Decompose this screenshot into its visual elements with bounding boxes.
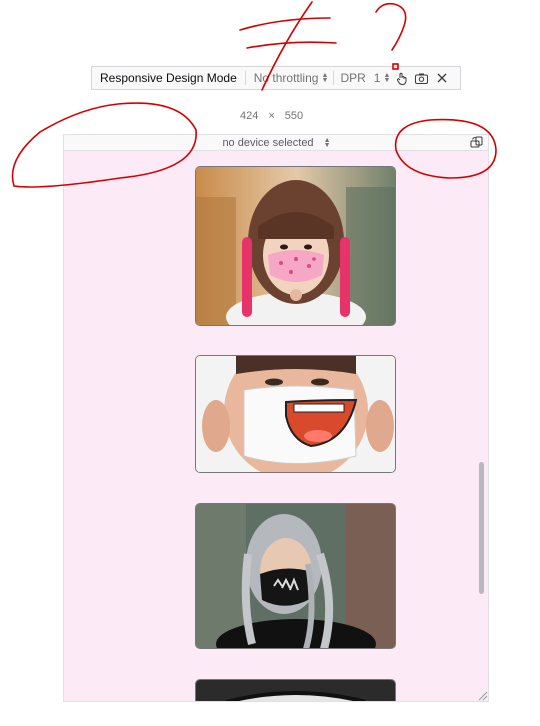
viewport-height[interactable]: 550 (285, 110, 303, 122)
toolbar-separator (244, 71, 246, 85)
dpr-select[interactable]: DPR 1 ▲ ▼ (340, 71, 391, 85)
mask-photo-partial (195, 679, 396, 701)
device-select[interactable]: no device selected ▲ ▼ (222, 136, 331, 149)
throttling-label: No throttling (253, 71, 319, 85)
device-selector-bar: no device selected ▲ ▼ (63, 134, 489, 151)
dpr-label: DPR (340, 71, 366, 85)
viewport[interactable] (63, 151, 489, 702)
chevron-updown-icon: ▲ ▼ (321, 72, 329, 84)
close-icon[interactable] (435, 72, 448, 85)
mask-photo-pink-hair (195, 166, 396, 326)
chevron-updown-icon: ▲ ▼ (383, 72, 391, 84)
throttling-select[interactable]: No throttling ▲ ▼ (253, 71, 329, 85)
size-separator: × (268, 110, 275, 122)
resize-handle-icon[interactable] (476, 688, 488, 701)
viewport-scrollbar[interactable] (479, 462, 484, 594)
mask-photo-cartoon-mouth (195, 355, 396, 473)
dpr-value: 1 (373, 71, 381, 85)
screenshot-icon[interactable] (415, 72, 429, 85)
rdm-toolbar: Responsive Design Mode No throttling ▲ ▼ … (91, 66, 461, 90)
mask-photo-adidas-braids (195, 503, 396, 649)
viewport-width[interactable]: 424 (240, 110, 258, 122)
rotate-icon[interactable] (470, 136, 484, 150)
device-select-label: no device selected (222, 136, 314, 149)
viewport-size-readout: 424 × 550 (240, 110, 303, 122)
touch-icon[interactable] (395, 72, 408, 85)
toolbar-separator (333, 71, 335, 85)
chevron-updown-icon: ▲ ▼ (323, 136, 331, 149)
toolbar-title: Responsive Design Mode (100, 71, 237, 85)
